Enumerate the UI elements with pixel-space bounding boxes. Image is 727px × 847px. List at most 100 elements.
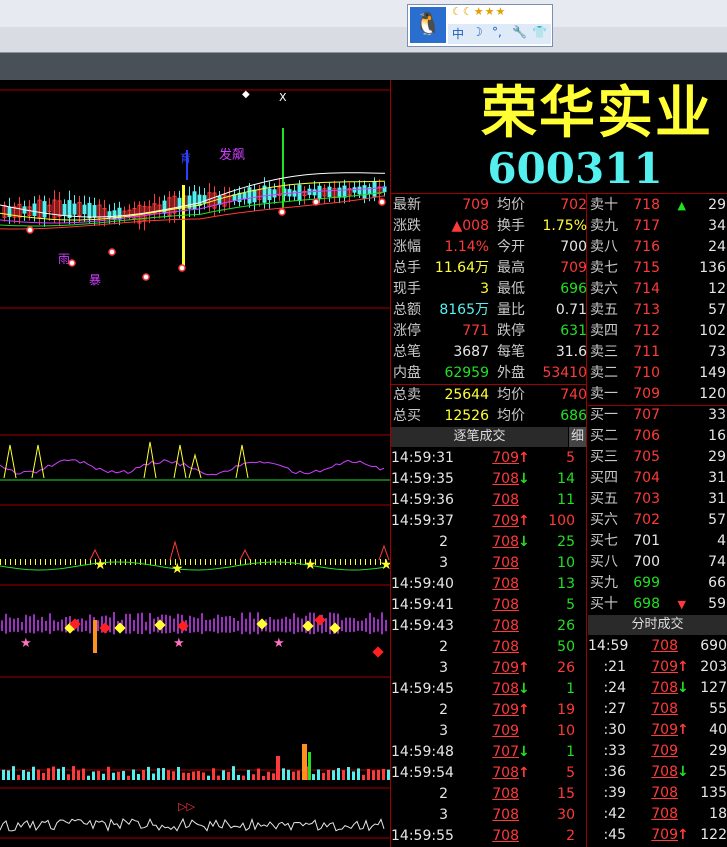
tick-row[interactable]: 3 708 10 [391,553,586,574]
volume-bar [62,766,65,780]
order-row[interactable]: 买三 705 29 [588,447,727,468]
minute-time: 14:59 [588,638,629,654]
order-row[interactable]: 买六 702 57 [588,510,727,531]
order-volume: 16 [708,428,726,444]
quote-label: 涨跌 [393,218,421,234]
order-row[interactable]: 买八 700 74 [588,552,727,573]
order-price: 698 [633,596,660,612]
order-volume: 4 [717,533,726,549]
volume-bar [82,768,85,780]
order-row[interactable]: 买二 706 16 [588,426,727,447]
minute-row[interactable]: :45 709 ↑ 122 [588,825,727,846]
tick-row[interactable]: 14:59:54 708 ↑ 5 [391,763,586,784]
order-volume: 57 [708,302,726,318]
order-row[interactable]: 卖十 718 ▲ 29 [588,195,727,216]
quote-value: 740 [560,387,587,403]
tick-volume: 10 [557,555,575,571]
volume-bar [37,769,40,780]
order-row[interactable]: 买一 707 33 [588,405,727,426]
minute-row[interactable]: :39 708 135 [588,783,727,804]
tick-row[interactable]: 14:59:37 709 ↑ 100 [391,511,586,532]
order-price: 702 [633,512,660,528]
candle [357,186,362,195]
minute-row[interactable]: :27 708 55 [588,699,727,720]
order-row[interactable]: 卖五 713 57 [588,300,727,321]
spike [239,548,251,561]
order-row[interactable]: 卖九 717 34 [588,216,727,237]
tick-row[interactable]: 2 708 ↓ 25 [391,532,586,553]
wrench-icon[interactable]: 🔧 [512,25,527,39]
moon-icon[interactable]: ☽ [472,25,483,39]
minute-row[interactable]: :30 709 ↑ 40 [588,720,727,741]
detail-button[interactable]: 细 [569,427,586,447]
minute-row[interactable]: :33 709 29 [588,741,727,762]
minute-arrow-icon: ↑ [677,722,689,738]
tick-row[interactable]: 3 709 10 [391,721,586,742]
spike [235,444,249,479]
tick-price: 708 [492,492,519,508]
chart-area[interactable]: ★ ★ ★ ★ ★ ★ ★ [0,80,390,847]
order-row[interactable]: 卖八 716 24 [588,237,727,258]
tick-row[interactable]: 14:59:31 709 ↑ 5 [391,448,586,469]
tick-row[interactable]: 2 709 ↑ 19 [391,700,586,721]
order-row[interactable]: 卖四 712 102 [588,321,727,342]
tick-volume: 15 [557,786,575,802]
volume-bar [202,772,205,780]
skin-icon[interactable]: 👕 [532,25,547,39]
order-volume: 102 [699,323,726,339]
volume-bar [352,771,355,780]
volume-bar [287,769,290,780]
minute-row[interactable]: :24 708 ↓ 127 [588,678,727,699]
tick-arrow-icon: ↓ [518,471,530,487]
tab-strip [0,53,727,80]
minute-row[interactable]: :36 708 ↓ 25 [588,762,727,783]
order-volume: 29 [708,449,726,465]
tick-row[interactable]: 2 708 50 [391,637,586,658]
tick-row[interactable]: 14:59:36 708 11 [391,490,586,511]
tick-row[interactable]: 14:59:48 707 ↓ 1 [391,742,586,763]
tick-row[interactable]: 14:59:43 708 26 [391,616,586,637]
signal-circle [108,248,116,256]
order-price: 718 [633,197,660,213]
minute-volume: 690 [700,638,727,654]
minute-row[interactable]: 14:59 708 690 [588,636,727,657]
diamond [372,646,384,658]
order-row[interactable]: 买九 699 66 [588,573,727,594]
punctuation-icon[interactable]: °, [492,25,502,39]
order-row[interactable]: 卖二 710 149 [588,363,727,384]
tick-row[interactable]: 3 709 ↑ 26 [391,658,586,679]
order-row[interactable]: 卖七 715 136 [588,258,727,279]
order-row[interactable]: 卖一 709 120 [588,384,727,405]
divider [391,193,727,194]
minute-row[interactable]: :21 709 ↑ 203 [588,657,727,678]
order-row[interactable]: 卖六 714 12 [588,279,727,300]
tick-row[interactable]: 2 708 15 [391,784,586,805]
tick-row[interactable]: 3 708 30 [391,805,586,826]
minute-row[interactable]: :42 708 18 [588,804,727,825]
order-row[interactable]: 卖三 711 73 [588,342,727,363]
tick-row[interactable]: 14:59:40 708 13 [391,574,586,595]
qq-widget[interactable]: 🐧 ☾☾★★★ 中 ☽ °, 🔧 👕 [407,4,553,47]
order-row[interactable]: 买四 704 31 [588,468,727,489]
order-row[interactable]: 买五 703 31 [588,489,727,510]
tick-price: 708 [492,639,519,655]
volume-bar [162,768,165,780]
tick-row[interactable]: 14:59:55 708 2 [391,826,586,847]
order-row[interactable]: 买七 701 4 [588,531,727,552]
tick-arrow-icon: ↑ [518,702,530,718]
volume-bar [157,768,160,780]
tick-volume: 1 [566,681,575,697]
tick-price: 708 [492,681,519,697]
ime-chinese-icon[interactable]: 中 [452,25,464,42]
qq-avatar[interactable]: 🐧 [410,7,446,43]
quote-label: 均价 [497,408,525,424]
minute-time: :39 [603,785,626,801]
tick-row[interactable]: 14:59:41 708 5 [391,595,586,616]
order-row[interactable]: 买十 698 ▼ 59 [588,594,727,615]
tick-row[interactable]: 14:59:45 708 ↓ 1 [391,679,586,700]
minute-price: 708 [651,638,678,654]
tick-row[interactable]: 14:59:35 708 ↓ 14 [391,469,586,490]
quote-label: 最低 [497,281,525,297]
tick-arrow-icon: ↓ [518,681,530,697]
volume-bar [242,775,245,780]
